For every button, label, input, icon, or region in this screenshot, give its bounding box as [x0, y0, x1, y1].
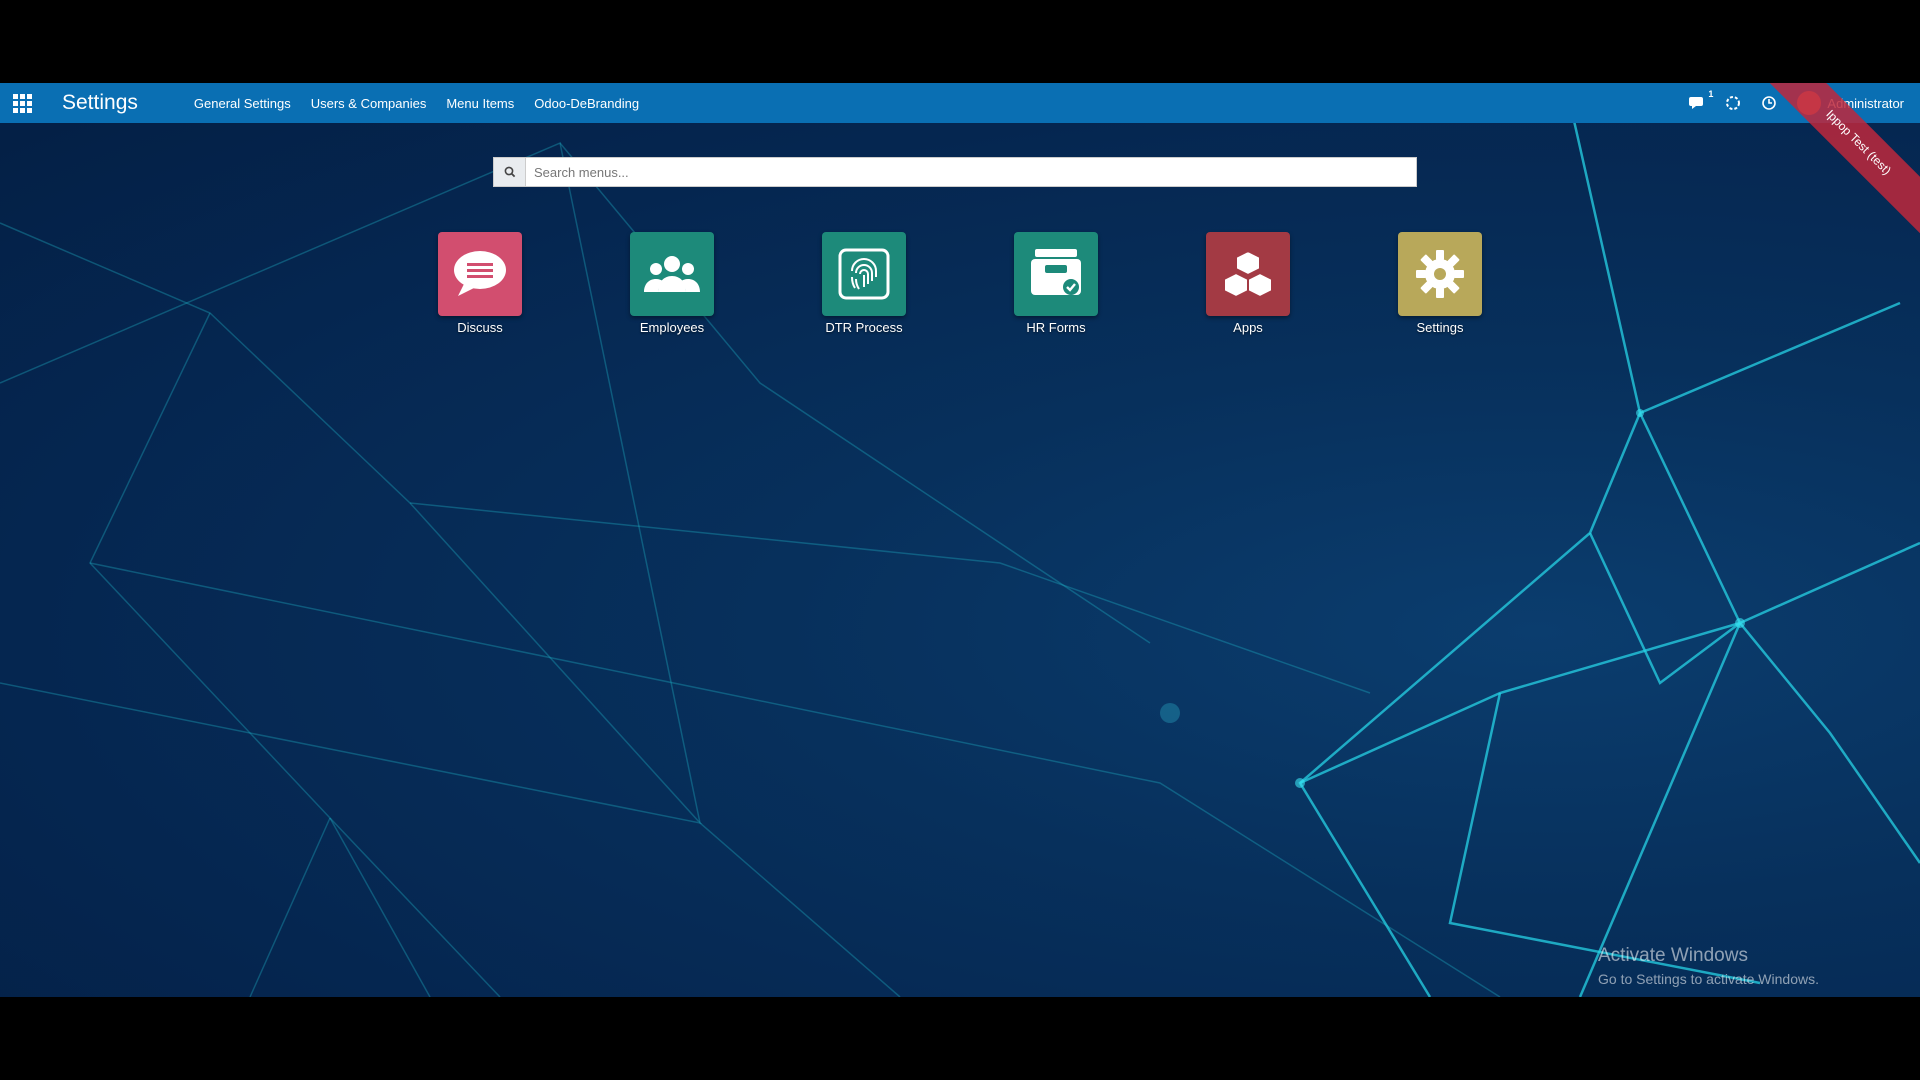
- activity-icon[interactable]: [1723, 93, 1743, 113]
- app-dtr-process[interactable]: DTR Process: [814, 232, 914, 335]
- chat-icon[interactable]: 1: [1687, 89, 1714, 113]
- app-settings[interactable]: Settings: [1390, 232, 1490, 335]
- settings-menu: General Settings Users & Companies Menu …: [194, 96, 659, 111]
- app-discuss[interactable]: Discuss: [430, 232, 530, 335]
- menu-general-settings[interactable]: General Settings: [194, 96, 291, 111]
- app-apps[interactable]: Apps: [1198, 232, 1298, 335]
- search-input[interactable]: [526, 158, 1416, 186]
- app-label: DTR Process: [825, 320, 903, 335]
- letterbox-bottom: [0, 997, 1920, 1080]
- people-icon: [630, 232, 714, 316]
- clock-icon[interactable]: [1759, 93, 1779, 113]
- menu-users-companies[interactable]: Users & Companies: [311, 96, 427, 111]
- app-label: Settings: [1416, 320, 1464, 335]
- cubes-icon: [1206, 232, 1290, 316]
- app-label: Apps: [1233, 320, 1263, 335]
- search-icon: [494, 158, 526, 186]
- app-label: Discuss: [457, 320, 503, 335]
- watermark-subtitle: Go to Settings to activate Windows.: [1598, 971, 1819, 987]
- menu-menu-items[interactable]: Menu Items: [446, 96, 514, 111]
- gear-icon: [1398, 232, 1482, 316]
- top-navbar: Settings General Settings Users & Compan…: [0, 83, 1920, 123]
- apps-menu-button[interactable]: [0, 83, 44, 123]
- app-hr-forms[interactable]: HR Forms: [1006, 232, 1106, 335]
- chat-badge: 1: [1708, 89, 1714, 99]
- fingerprint-icon: [822, 232, 906, 316]
- windows-activation-watermark: Activate Windows Go to Settings to activ…: [1598, 945, 1819, 987]
- letterbox-top: [0, 0, 1920, 83]
- search-bar: [493, 157, 1417, 187]
- watermark-title: Activate Windows: [1598, 945, 1748, 966]
- grid-icon: [12, 93, 32, 113]
- app-label: HR Forms: [1026, 320, 1086, 335]
- odoo-screen: Settings General Settings Users & Compan…: [0, 83, 1920, 997]
- page-title: Settings: [62, 91, 138, 114]
- inbox-check-icon: [1014, 232, 1098, 316]
- chat-bubble-icon: [438, 232, 522, 316]
- background-network-pattern: [0, 102, 1920, 997]
- app-employees[interactable]: Employees: [622, 232, 722, 335]
- menu-odoo-debranding[interactable]: Odoo-DeBranding: [534, 96, 639, 111]
- app-label: Employees: [639, 320, 705, 335]
